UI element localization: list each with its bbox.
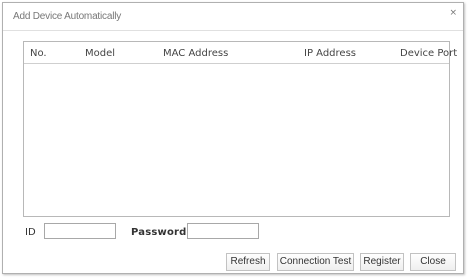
column-header-model[interactable]: Model — [85, 48, 115, 59]
close-icon[interactable]: × — [449, 9, 457, 18]
device-table-header: No. Model MAC Address IP Address Device … — [24, 42, 457, 64]
device-table: No. Model MAC Address IP Address Device … — [23, 41, 457, 217]
column-header-no[interactable]: No. — [30, 48, 47, 59]
column-header-mac-address[interactable]: MAC Address — [163, 48, 228, 59]
dialog-title: Add Device Automatically — [13, 11, 122, 22]
column-header-device-port[interactable]: Device Port — [400, 48, 457, 59]
column-header-ip-address[interactable]: IP Address — [304, 48, 356, 59]
refresh-button[interactable]: Refresh — [226, 253, 270, 271]
dialog-titlebar: Add Device Automatically × — [3, 3, 463, 31]
password-label: Password — [131, 227, 187, 238]
password-input[interactable] — [187, 223, 259, 239]
register-button[interactable]: Register — [360, 253, 404, 271]
close-button[interactable]: Close — [410, 253, 456, 271]
id-label: ID — [25, 227, 36, 238]
connection-test-button[interactable]: Connection Test — [277, 253, 354, 271]
id-input[interactable] — [44, 223, 116, 239]
